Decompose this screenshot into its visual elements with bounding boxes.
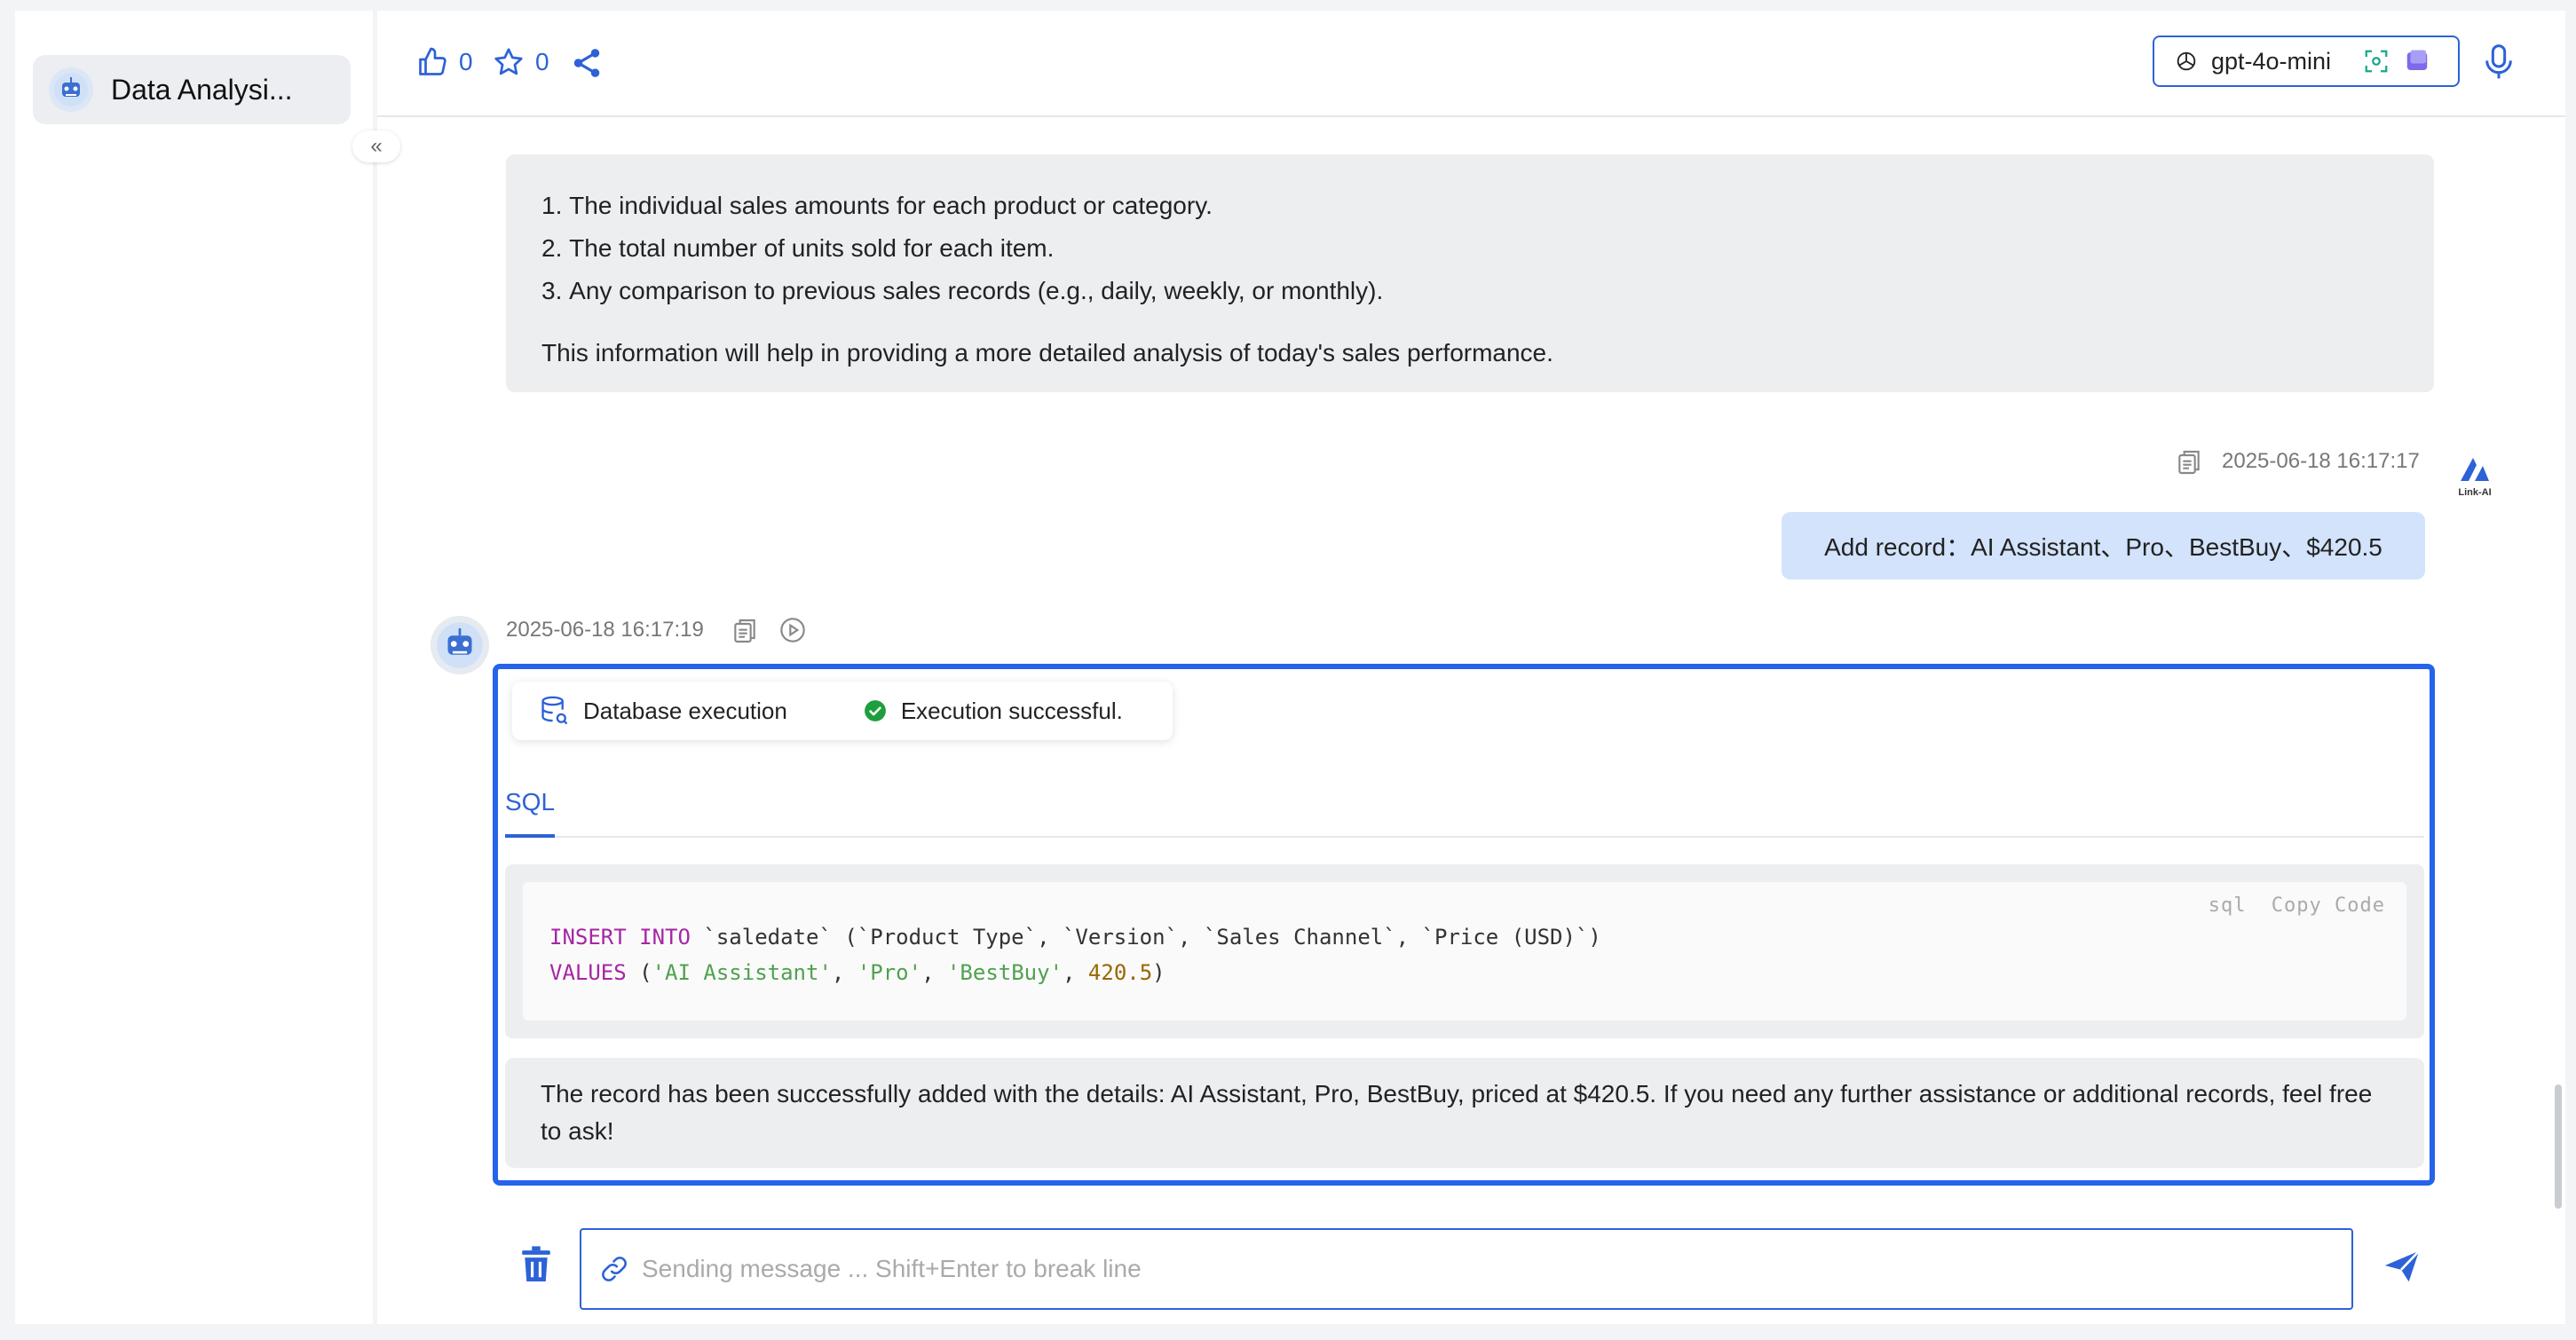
play-audio-icon[interactable] [778,616,807,644]
code-toolbar: sql Copy Code [2209,895,2385,917]
check-circle-icon [864,700,886,721]
scrollbar-thumb[interactable] [2555,1084,2562,1209]
assistant-avatar [431,616,489,674]
collapse-sidebar-button[interactable]: « [352,130,400,162]
avatar-label: Link-AI [2458,487,2492,498]
code-block: sql Copy Code INSERT INTO `saledate` (`P… [505,864,2424,1038]
chat-toolbar: 0 0 gpt-4o-mini [377,11,2565,117]
database-execution-card[interactable]: Database execution Execution successful. [512,682,1173,740]
assistant-message-timestamp: 2025-06-18 16:17:19 [506,618,704,642]
copy-icon[interactable] [2175,447,2203,477]
favorite-button[interactable]: 0 [493,46,549,78]
copy-code-button[interactable]: Copy Code [2272,895,2385,917]
sidebar-item-data-analysis[interactable]: Data Analysi... [33,55,351,124]
openai-logo-icon [2177,51,2196,71]
code-language: sql [2208,895,2247,917]
screenshot-scan-icon[interactable] [2363,48,2390,75]
share-icon [573,49,600,77]
microphone-icon [2485,44,2512,79]
voice-input-button[interactable] [2481,43,2517,82]
double-chevron-left-icon: « [370,134,383,158]
tab-divider [505,836,2424,838]
like-button[interactable]: 0 [416,46,473,78]
assistant-reply-text: The record has been successfully added w… [541,1080,2373,1145]
message-input-box[interactable] [580,1228,2353,1310]
code-line: VALUES ('AI Assistant', 'Pro', 'BestBuy'… [549,960,1166,985]
model-selector[interactable]: gpt-4o-mini [2153,35,2460,87]
user-message-timestamp: 2025-06-18 16:17:17 [2222,449,2420,473]
code-line: INSERT INTO `saledate` (`Product Type`, … [549,925,1601,950]
reply-summary: This information will help in providing … [541,339,1553,367]
trash-icon [522,1246,550,1281]
send-icon [2384,1249,2421,1282]
clear-chat-button[interactable] [519,1244,553,1289]
chat-panel: 0 0 gpt-4o-mini 1. The individual sales … [377,11,2565,1324]
copy-icon[interactable] [731,616,759,646]
code-content: sql Copy Code INSERT INTO `saledate` (`P… [523,882,2406,1021]
list-item: 3. Any comparison to previous sales reco… [541,277,1384,304]
link-ai-logo-icon [2461,458,2489,481]
list-item: 2. The total number of units sold for ea… [541,234,1055,262]
link-attach-icon[interactable] [599,1254,629,1284]
favorite-count: 0 [535,48,549,75]
tab-active-indicator [505,834,555,838]
reply-list: 1. The individual sales amounts for each… [541,185,1383,312]
list-item: 1. The individual sales amounts for each… [541,192,1213,219]
share-button[interactable] [570,46,604,80]
like-count: 0 [459,48,473,75]
robot-avatar-icon [437,622,483,668]
thumbs-up-icon [419,47,446,75]
execution-status: Execution successful. [900,697,1123,724]
database-icon [541,696,568,725]
previous-assistant-message: 1. The individual sales amounts for each… [506,154,2434,392]
model-label: gpt-4o-mini [2211,47,2332,75]
tab-sql[interactable]: SQL [505,788,555,816]
message-input[interactable] [640,1254,2330,1284]
send-button[interactable] [2382,1246,2422,1291]
assistant-reply-text-box: The record has been successfully added w… [505,1058,2424,1168]
sidebar-item-label: Data Analysi... [111,73,293,106]
image-card-icon[interactable] [2404,48,2430,75]
robot-avatar-icon [49,67,93,112]
star-icon [494,48,523,75]
user-message-bubble: Add record：AI Assistant、Pro、BestBuy、$420… [1782,512,2425,579]
assistant-message-highlight: Database execution Execution successful.… [493,664,2435,1186]
execution-label: Database execution [583,697,787,724]
user-avatar: Link-AI [2453,454,2497,498]
sidebar: Data Analysi... [15,11,373,1324]
user-message-text: Add record：AI Assistant、Pro、BestBuy、$420… [1824,533,2382,561]
